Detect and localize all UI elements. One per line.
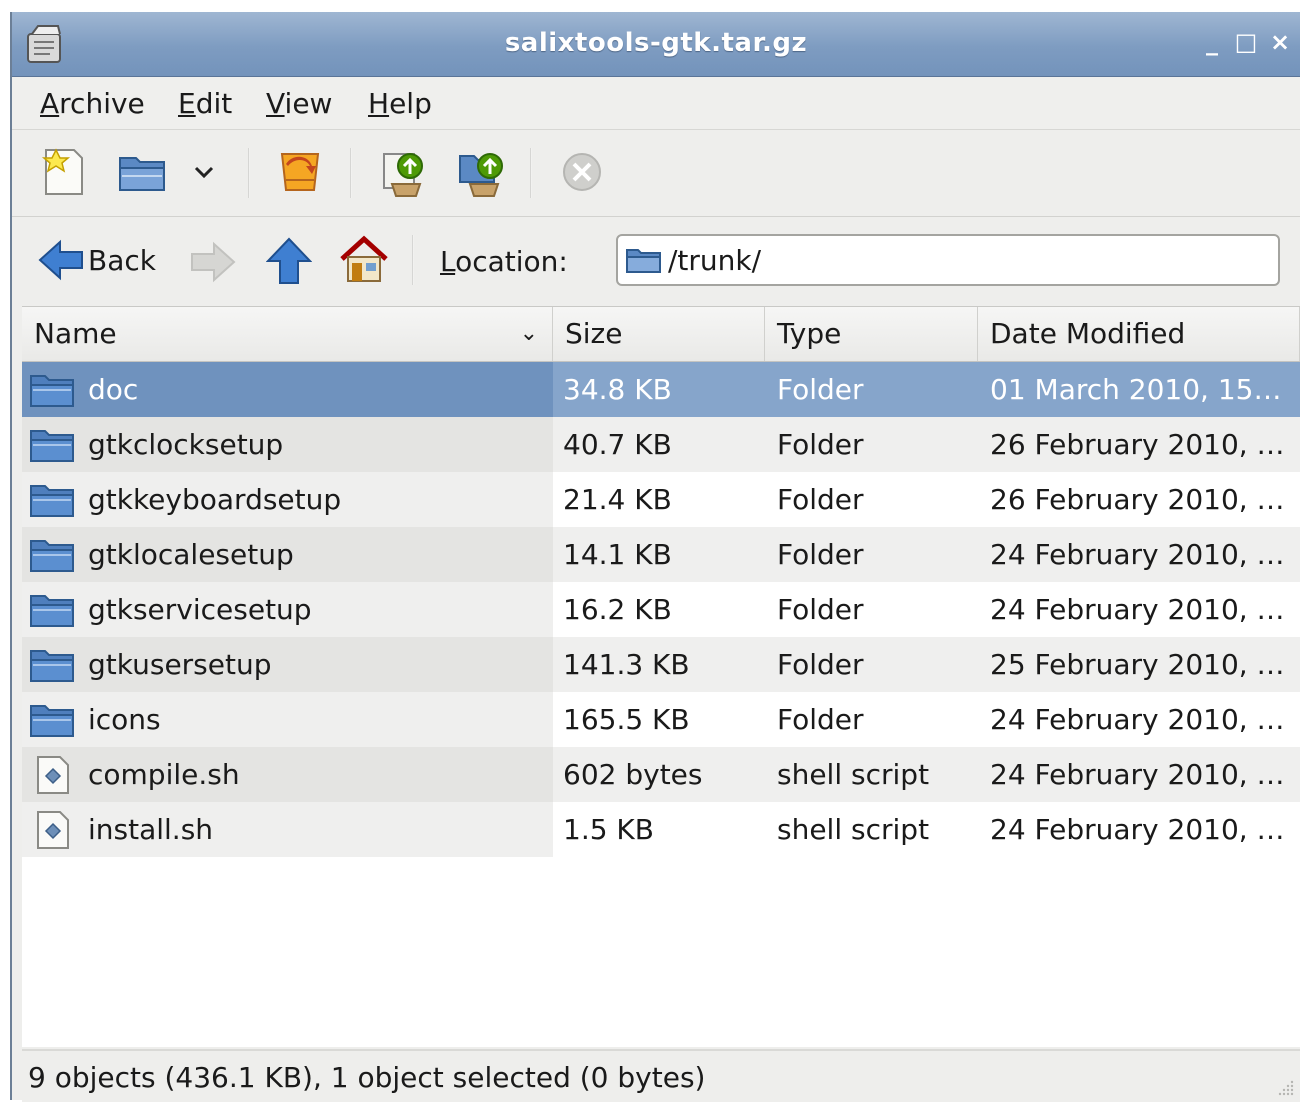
file-row[interactable]: icons 165.5 KB Folder 24 February 2010, … <box>22 692 1300 747</box>
file-size: 165.5 KB <box>563 703 690 736</box>
status-text: 9 objects (436.1 KB), 1 object selected … <box>28 1061 706 1094</box>
column-header-name[interactable]: Name ⌄ <box>22 307 553 361</box>
back-label: Back <box>88 243 156 277</box>
file-date: 24 February 2010, … <box>990 703 1285 736</box>
up-arrow-icon[interactable] <box>266 237 312 285</box>
file-row[interactable]: gtkkeyboardsetup 21.4 KB Folder 26 February… <box>22 472 1300 527</box>
file-type: Folder <box>777 483 864 516</box>
open-archive-icon[interactable] <box>114 144 170 200</box>
folder-icon <box>30 705 74 737</box>
file-date: 01 March 2010, 15… <box>990 373 1282 406</box>
forward-arrow-icon[interactable] <box>190 241 236 283</box>
shell-script-icon <box>37 756 69 794</box>
menu-bar: Archive Edit View Help <box>12 77 1300 130</box>
file-type: shell script <box>777 758 930 791</box>
back-button[interactable]: Back <box>38 235 156 285</box>
folder-icon <box>30 485 74 517</box>
file-row[interactable]: gtkusersetup 141.3 KB Folder 25 February 20… <box>22 637 1300 692</box>
file-row[interactable]: gtkservicesetup 16.2 KB Folder 24 February … <box>22 582 1300 637</box>
toolbar-separator <box>248 148 250 198</box>
extract-icon[interactable] <box>272 144 328 200</box>
location-input[interactable]: /trunk/ <box>616 234 1280 286</box>
file-type: Folder <box>777 593 864 626</box>
file-date: 26 February 2010, … <box>990 483 1285 516</box>
navigation-toolbar: Back Location: /trunk/ <box>12 217 1300 303</box>
home-icon[interactable] <box>338 233 390 285</box>
archive-manager-window: salixtools-gtk.tar.gz _ □ × Archive Edit… <box>10 12 1300 1102</box>
add-folder-icon[interactable] <box>454 144 510 200</box>
toolbar-separator <box>350 148 352 198</box>
file-size: 14.1 KB <box>563 538 672 571</box>
file-size: 34.8 KB <box>563 373 672 406</box>
resize-grip-icon[interactable] <box>1276 1078 1296 1098</box>
maximize-button[interactable]: □ <box>1232 26 1260 58</box>
file-date: 24 February 2010, … <box>990 538 1285 571</box>
file-size: 21.4 KB <box>563 483 672 516</box>
file-name: install.sh <box>88 813 214 846</box>
file-row[interactable]: compile.sh 602 bytes shell script 24 Februa… <box>22 747 1300 802</box>
folder-icon <box>30 540 74 572</box>
file-type: Folder <box>777 538 864 571</box>
menu-help[interactable]: Help <box>368 85 432 122</box>
file-size: 1.5 KB <box>563 813 654 846</box>
file-type: Folder <box>777 703 864 736</box>
folder-icon <box>30 650 74 682</box>
menu-edit[interactable]: Edit <box>178 85 232 122</box>
file-type: shell script <box>777 813 930 846</box>
file-name: compile.sh <box>88 758 240 791</box>
open-dropdown-chevron-icon[interactable] <box>184 144 224 200</box>
file-size: 16.2 KB <box>563 593 672 626</box>
window-title: salixtools-gtk.tar.gz <box>504 28 808 58</box>
toolbar-separator <box>412 235 414 285</box>
folder-icon <box>626 249 661 273</box>
menu-archive[interactable]: Archive <box>40 85 145 122</box>
file-name: icons <box>88 703 161 736</box>
file-size: 141.3 KB <box>563 648 690 681</box>
back-arrow-icon <box>38 239 83 281</box>
toolbar-separator <box>530 148 532 198</box>
column-header-row: Name ⌄ Size Type Date Modified <box>22 307 1300 362</box>
folder-icon <box>30 375 74 407</box>
close-button[interactable]: × <box>1266 26 1294 58</box>
file-row[interactable]: install.sh 1.5 KB shell script 24 February … <box>22 802 1300 857</box>
stop-icon[interactable] <box>554 144 610 200</box>
menu-view[interactable]: View <box>266 85 332 122</box>
file-name: doc <box>88 373 139 406</box>
new-archive-icon[interactable] <box>36 144 92 200</box>
column-header-size[interactable]: Size <box>553 307 765 361</box>
file-row[interactable]: gtkclocksetup 40.7 KB Folder 26 February 20… <box>22 417 1300 472</box>
file-date: 25 February 2010, … <box>990 648 1285 681</box>
main-toolbar <box>12 130 1300 217</box>
location-value[interactable]: /trunk/ <box>668 244 761 277</box>
sort-chevron-down-icon: ⌄ <box>519 321 538 346</box>
location-label: Location: <box>440 245 568 278</box>
file-date: 24 February 2010, … <box>990 813 1285 846</box>
file-type: Folder <box>777 373 864 406</box>
column-header-type[interactable]: Type <box>765 307 978 361</box>
folder-icon <box>30 430 74 462</box>
file-date: 24 February 2010, … <box>990 593 1285 626</box>
file-name: gtkclocksetup <box>88 428 284 461</box>
file-name: gtkkeyboardsetup <box>88 483 342 516</box>
file-row[interactable]: gtklocalesetup 14.1 KB Folder 24 February 2… <box>22 527 1300 582</box>
column-header-date[interactable]: Date Modified <box>978 307 1300 361</box>
folder-icon <box>30 595 74 627</box>
file-date: 26 February 2010, … <box>990 428 1285 461</box>
minimize-button[interactable]: _ <box>1198 26 1226 58</box>
file-name: gtkusersetup <box>88 648 272 681</box>
file-size: 602 bytes <box>563 758 703 791</box>
status-bar: 9 objects (436.1 KB), 1 object selected … <box>22 1049 1300 1102</box>
file-type: Folder <box>777 428 864 461</box>
file-row[interactable]: doc 34.8 KB Folder 01 March 2010, 15… <box>22 362 1300 417</box>
add-files-icon[interactable] <box>376 144 432 200</box>
file-size: 40.7 KB <box>563 428 672 461</box>
file-name: gtklocalesetup <box>88 538 294 571</box>
file-list[interactable]: Name ⌄ Size Type Date Modified doc 34.8 K… <box>22 306 1300 1047</box>
shell-script-icon <box>37 811 69 849</box>
file-name: gtkservicesetup <box>88 593 312 626</box>
file-type: Folder <box>777 648 864 681</box>
file-date: 24 February 2010, … <box>990 758 1285 791</box>
title-bar[interactable]: salixtools-gtk.tar.gz _ □ × <box>12 12 1300 77</box>
